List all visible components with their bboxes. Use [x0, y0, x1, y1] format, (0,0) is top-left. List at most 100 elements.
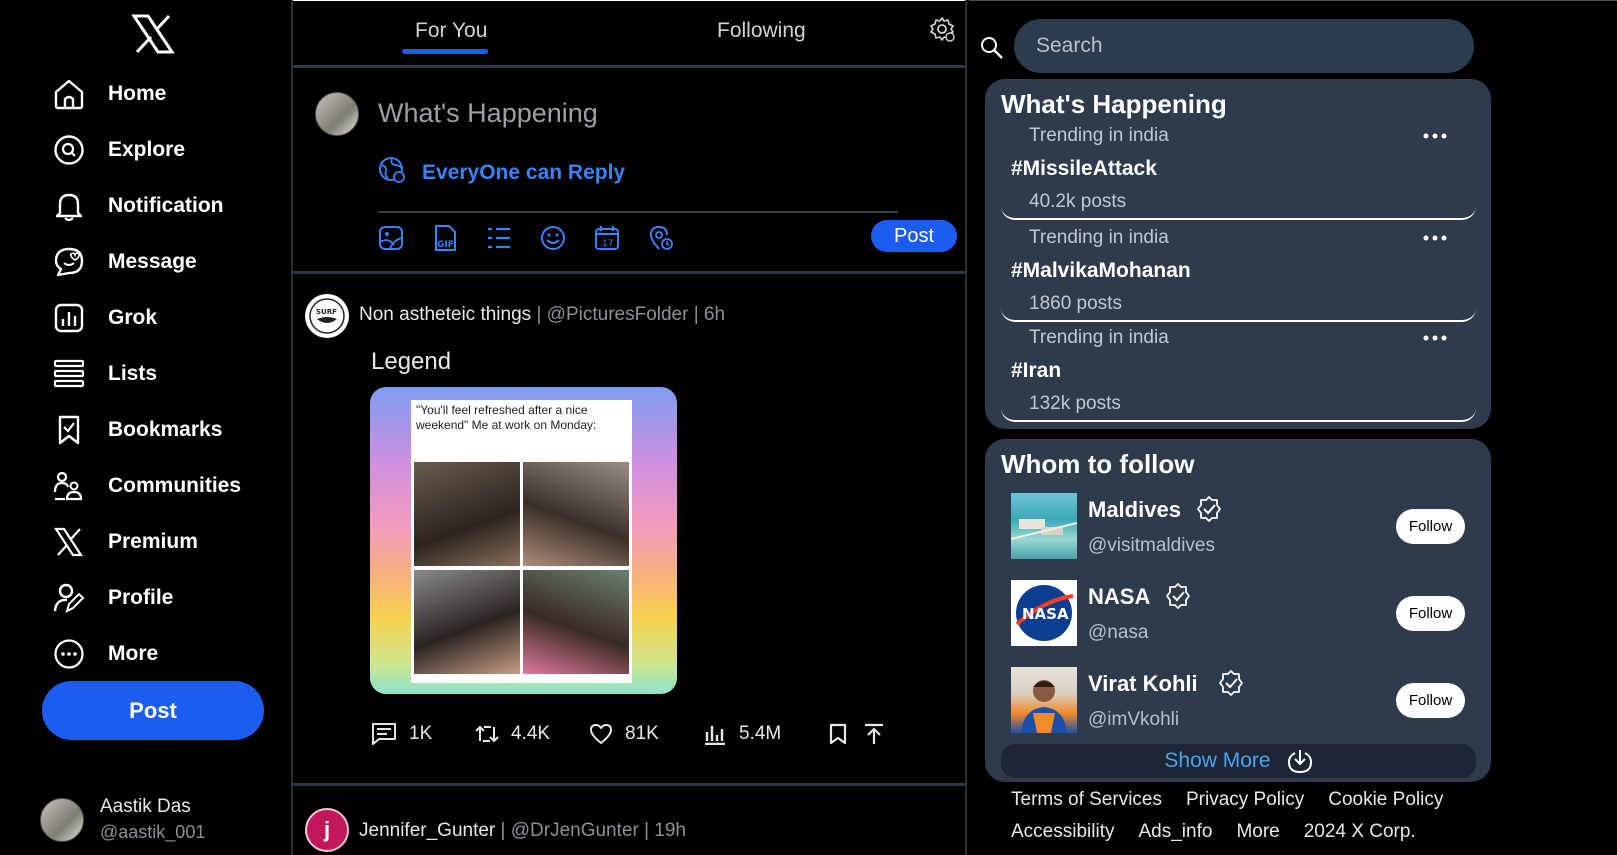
- views-action[interactable]: 5.4M: [703, 723, 829, 745]
- trend-item[interactable]: Trending in india #MissileAttack 40.2k p…: [1001, 125, 1476, 220]
- share-icon: [865, 723, 883, 744]
- retweet-count: 4.4K: [511, 723, 551, 744]
- nav-label: Bookmarks: [108, 418, 223, 441]
- x-premium-icon: [52, 525, 86, 559]
- search-input[interactable]: [1014, 19, 1474, 73]
- nav-item-notification[interactable]: Notification: [52, 178, 241, 234]
- globe-icon: [378, 156, 406, 189]
- footer-link-more[interactable]: More: [1236, 816, 1279, 848]
- more-options-icon[interactable]: [1423, 229, 1447, 247]
- settings-gear-icon[interactable]: [930, 17, 956, 48]
- nav-item-explore[interactable]: Explore: [52, 122, 241, 178]
- follow-name: Virat Kohli: [1088, 671, 1198, 696]
- follow-handle: @visitmaldives: [1088, 535, 1215, 556]
- reply-action[interactable]: 1K: [371, 722, 475, 746]
- follow-suggestion[interactable]: Maldives @visitmaldives Follow: [1010, 493, 1465, 561]
- tab-for-you[interactable]: For You: [415, 19, 487, 43]
- gif-icon[interactable]: GIF: [432, 220, 486, 256]
- author-avatar[interactable]: SURF: [305, 294, 349, 338]
- nav-label: More: [108, 642, 159, 665]
- trend-post-count: 132k posts: [1029, 393, 1121, 414]
- compose-input[interactable]: What's Happening: [378, 98, 598, 129]
- follow-suggestion[interactable]: NASA NASA @nasa Follow: [1011, 580, 1465, 648]
- tweet-actions: 1K 4.4K 81K 5.4M: [371, 722, 885, 746]
- show-more-button[interactable]: Show More: [1001, 744, 1476, 778]
- bell-icon: [52, 189, 86, 223]
- compose-post-button[interactable]: Post: [871, 220, 957, 252]
- tweet-header: Non astheteic things | @PicturesFolder |…: [359, 304, 725, 326]
- virat-kohli-avatar: [1011, 667, 1077, 733]
- nav-item-premium[interactable]: Premium: [52, 514, 241, 570]
- nav-item-message[interactable]: Message: [52, 234, 241, 290]
- nav-item-more[interactable]: More: [52, 626, 241, 682]
- nav-item-bookmarks[interactable]: Bookmarks: [52, 402, 241, 458]
- tweet-author[interactable]: Jennifer_Gunter: [359, 820, 495, 841]
- footer-link-privacy[interactable]: Privacy Policy: [1186, 784, 1304, 816]
- share-action[interactable]: [863, 723, 885, 745]
- primary-nav: Home Explore Notification Message Grok L…: [52, 66, 241, 682]
- retweet-action[interactable]: 4.4K: [475, 723, 589, 745]
- tweet[interactable]: j Jennifer_Gunter | @DrJenGunter | 19h: [293, 786, 965, 855]
- schedule-icon[interactable]: 17: [594, 220, 648, 256]
- emoji-icon[interactable]: [540, 220, 594, 256]
- nav-label: Explore: [108, 138, 186, 161]
- tweet-author[interactable]: Non astheteic things: [359, 304, 531, 325]
- author-avatar[interactable]: j: [305, 808, 349, 852]
- more-options-icon[interactable]: [1423, 329, 1447, 347]
- image-icon[interactable]: [378, 220, 432, 256]
- account-switcher[interactable]: Aastik Das @aastik_001: [40, 796, 205, 843]
- footer-link-accessibility[interactable]: Accessibility: [1011, 816, 1114, 848]
- meme-caption: "You'll feel refreshed after a nice week…: [416, 403, 597, 432]
- follow-button[interactable]: Follow: [1396, 683, 1465, 718]
- explore-icon: [52, 133, 86, 167]
- nav-label: Message: [108, 250, 197, 273]
- nav-label: Notification: [108, 194, 224, 217]
- divider: [378, 211, 898, 213]
- more-circle-icon: [52, 637, 86, 671]
- svg-text:17: 17: [602, 239, 613, 249]
- post-button[interactable]: Post: [42, 681, 264, 740]
- trend-hashtag: #Iran: [1011, 359, 1062, 382]
- trend-item[interactable]: Trending in india #MalvikaMohanan 1860 p…: [1001, 227, 1476, 322]
- trend-category: Trending in india: [1029, 227, 1169, 248]
- views-count: 5.4M: [739, 723, 782, 744]
- more-options-icon[interactable]: [1423, 127, 1447, 145]
- meme-panel: [414, 570, 520, 674]
- follow-name: NASA: [1088, 584, 1151, 609]
- poll-icon[interactable]: [486, 220, 540, 256]
- tab-following[interactable]: Following: [717, 19, 806, 43]
- trend-post-count: 40.2k posts: [1029, 191, 1127, 212]
- follow-suggestion[interactable]: Virat Kohli @imVkohli Follow: [1011, 667, 1465, 735]
- tweet-image[interactable]: "You'll feel refreshed after a nice week…: [370, 387, 677, 694]
- nav-item-home[interactable]: Home: [52, 66, 241, 122]
- like-action[interactable]: 81K: [589, 723, 703, 745]
- trend-post-count: 1860 posts: [1029, 293, 1122, 314]
- trend-category: Trending in india: [1029, 125, 1169, 146]
- bookmark-action[interactable]: [829, 723, 863, 745]
- tweet-meta: | @PicturesFolder | 6h: [531, 304, 726, 325]
- nav-label: Profile: [108, 586, 174, 609]
- grok-icon: [52, 301, 86, 335]
- follow-handle: @imVkohli: [1088, 709, 1180, 730]
- reply-setting[interactable]: EveryOne can Reply: [378, 156, 625, 189]
- follow-button[interactable]: Follow: [1396, 596, 1465, 631]
- tweet[interactable]: SURF Non astheteic things | @PicturesFol…: [293, 274, 965, 786]
- nav-item-lists[interactable]: Lists: [52, 346, 241, 402]
- x-logo-icon[interactable]: [119, 4, 187, 64]
- show-more-label: Show More: [1164, 749, 1271, 772]
- svg-text:GIF: GIF: [437, 240, 454, 250]
- footer-link-terms[interactable]: Terms of Services: [1011, 784, 1162, 816]
- nav-item-profile[interactable]: Profile: [52, 570, 241, 626]
- verified-badge-icon: [1217, 669, 1245, 702]
- follow-handle: @nasa: [1088, 622, 1149, 643]
- trend-item[interactable]: Trending in india #Iran 132k posts: [1001, 327, 1476, 422]
- search-icon[interactable]: [979, 35, 1005, 66]
- follow-button[interactable]: Follow: [1396, 509, 1465, 544]
- footer-link-cookie[interactable]: Cookie Policy: [1328, 784, 1443, 816]
- nav-item-communities[interactable]: Communities: [52, 458, 241, 514]
- footer-link-ads-info[interactable]: Ads_info: [1138, 816, 1212, 848]
- home-icon: [52, 77, 86, 111]
- nav-item-grok[interactable]: Grok: [52, 290, 241, 346]
- location-icon[interactable]: [648, 220, 702, 256]
- nav-label: Lists: [108, 362, 158, 385]
